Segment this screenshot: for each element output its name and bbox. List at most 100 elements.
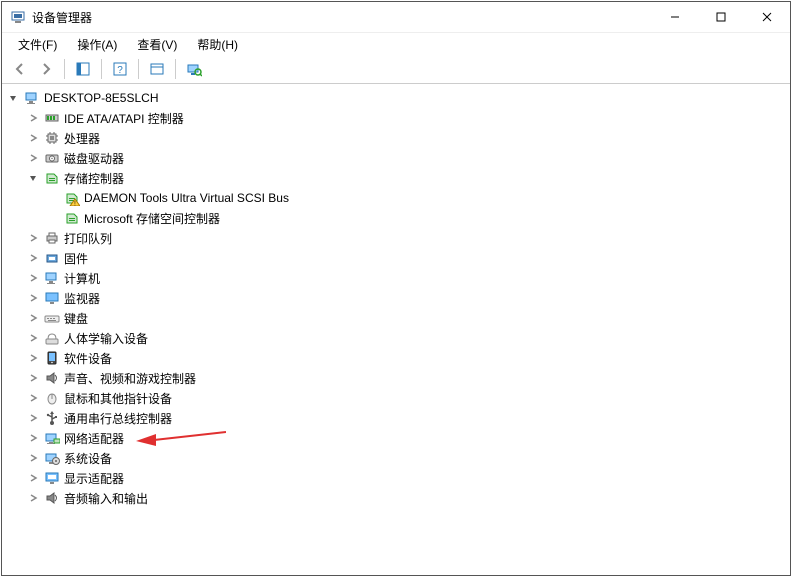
ide-icon (44, 110, 60, 126)
expand-icon[interactable] (28, 353, 42, 363)
tree-node-usb[interactable]: 通用串行总线控制器 (28, 408, 790, 428)
tree-node-label: 通用串行总线控制器 (64, 410, 172, 427)
expand-icon[interactable] (28, 473, 42, 483)
expand-icon[interactable] (28, 313, 42, 323)
maximize-button[interactable] (698, 2, 744, 32)
tree-node-label: 人体学输入设备 (64, 330, 148, 347)
expand-icon[interactable] (28, 333, 42, 343)
tree-node-label: 显示适配器 (64, 470, 124, 487)
tree-node-hid[interactable]: 人体学输入设备 (28, 328, 790, 348)
tree-node-label: 监视器 (64, 290, 100, 307)
expand-icon[interactable] (28, 413, 42, 423)
tree-node-monitor[interactable]: 监视器 (28, 288, 790, 308)
tree-node-display[interactable]: 显示适配器 (28, 468, 790, 488)
expand-icon[interactable] (28, 393, 42, 403)
tree-node-ide[interactable]: IDE ATA/ATAPI 控制器 (28, 108, 790, 128)
titlebar: 设备管理器 (2, 2, 790, 33)
toolbar-separator (138, 59, 139, 79)
keyboard-icon (44, 310, 60, 326)
expand-icon[interactable] (28, 433, 42, 443)
nav-forward-button[interactable] (34, 57, 58, 81)
expand-icon[interactable] (28, 453, 42, 463)
expand-icon[interactable] (28, 133, 42, 143)
svg-text:?: ? (117, 65, 123, 76)
menu-help[interactable]: 帮助(H) (187, 34, 248, 55)
tree-node-printq[interactable]: 打印队列 (28, 228, 790, 248)
nav-back-button[interactable] (8, 57, 32, 81)
tree-node-audioio[interactable]: 音频输入和输出 (28, 488, 790, 508)
expand-icon[interactable] (28, 233, 42, 243)
collapse-icon[interactable] (28, 173, 42, 183)
usb-icon (44, 410, 60, 426)
hid-icon (44, 330, 60, 346)
tree-node-msss[interactable]: Microsoft 存储空间控制器 (48, 208, 790, 228)
tree-node-mouse[interactable]: 鼠标和其他指针设备 (28, 388, 790, 408)
expand-icon[interactable] (28, 153, 42, 163)
device-tree-panel: DESKTOP-8E5SLCH IDE ATA/ATAPI 控制器处理器磁盘驱动器… (2, 83, 790, 575)
expand-icon[interactable] (28, 293, 42, 303)
system-icon (44, 450, 60, 466)
window-title: 设备管理器 (32, 9, 92, 26)
storage-icon (64, 210, 80, 226)
tree-node-label: 网络适配器 (64, 430, 124, 447)
device-manager-window: 设备管理器 文件(F) 操作(A) 查看(V) 帮助(H) ? (1, 1, 791, 576)
tree-node-softdev[interactable]: 软件设备 (28, 348, 790, 368)
tree-node-firmware[interactable]: 固件 (28, 248, 790, 268)
print-icon (44, 230, 60, 246)
disk-icon (44, 150, 60, 166)
menu-file[interactable]: 文件(F) (8, 34, 67, 55)
expand-icon[interactable] (28, 373, 42, 383)
tree-node-label: 软件设备 (64, 350, 112, 367)
help-button[interactable]: ? (108, 57, 132, 81)
properties-button[interactable] (145, 57, 169, 81)
softdev-icon (44, 350, 60, 366)
annotation-arrow (136, 430, 226, 446)
tree-node-root[interactable]: DESKTOP-8E5SLCH (8, 88, 790, 108)
menubar: 文件(F) 操作(A) 查看(V) 帮助(H) (2, 33, 790, 55)
tree-node-computer[interactable]: 计算机 (28, 268, 790, 288)
expand-icon[interactable] (28, 113, 42, 123)
show-hide-tree-button[interactable] (71, 57, 95, 81)
tree-node-network[interactable]: 网络适配器 (28, 428, 790, 448)
network-icon (44, 430, 60, 446)
monitor-icon (44, 290, 60, 306)
tree-node-daemon[interactable]: DAEMON Tools Ultra Virtual SCSI Bus (48, 188, 790, 208)
sound-icon (44, 370, 60, 386)
tree-node-label: 键盘 (64, 310, 88, 327)
tree-node-sound[interactable]: 声音、视频和游戏控制器 (28, 368, 790, 388)
app-icon (10, 9, 26, 25)
collapse-icon[interactable] (8, 93, 22, 103)
minimize-button[interactable] (652, 2, 698, 32)
storage-warn-icon (64, 190, 80, 206)
expand-icon[interactable] (28, 253, 42, 263)
tree-node-label: 打印队列 (64, 230, 112, 247)
display-icon (44, 470, 60, 486)
toolbar-separator (64, 59, 65, 79)
tree-node-label: 声音、视频和游戏控制器 (64, 370, 196, 387)
expand-icon[interactable] (28, 273, 42, 283)
tree-node-cpu[interactable]: 处理器 (28, 128, 790, 148)
toolbar-separator (101, 59, 102, 79)
tree-node-label: Microsoft 存储空间控制器 (84, 210, 220, 227)
computer-icon (44, 270, 60, 286)
menu-action[interactable]: 操作(A) (67, 34, 127, 55)
tree-node-keyboard[interactable]: 键盘 (28, 308, 790, 328)
scan-hardware-button[interactable] (182, 57, 206, 81)
tree-node-disk[interactable]: 磁盘驱动器 (28, 148, 790, 168)
tree-node-label: 磁盘驱动器 (64, 150, 124, 167)
tree-node-label: DAEMON Tools Ultra Virtual SCSI Bus (84, 191, 289, 205)
firmware-icon (44, 250, 60, 266)
menu-view[interactable]: 查看(V) (127, 34, 187, 55)
tree-node-label: DESKTOP-8E5SLCH (44, 91, 159, 105)
sound-icon (44, 490, 60, 506)
tree-node-label: IDE ATA/ATAPI 控制器 (64, 110, 184, 127)
close-button[interactable] (744, 2, 790, 32)
expand-icon[interactable] (28, 493, 42, 503)
toolbar: ? (2, 55, 790, 83)
tree-node-label: 存储控制器 (64, 170, 124, 187)
tree-node-system[interactable]: 系统设备 (28, 448, 790, 468)
toolbar-separator (175, 59, 176, 79)
tree-node-storage[interactable]: 存储控制器 (28, 168, 790, 188)
tree-node-label: 鼠标和其他指针设备 (64, 390, 172, 407)
tree-node-label: 系统设备 (64, 450, 112, 467)
